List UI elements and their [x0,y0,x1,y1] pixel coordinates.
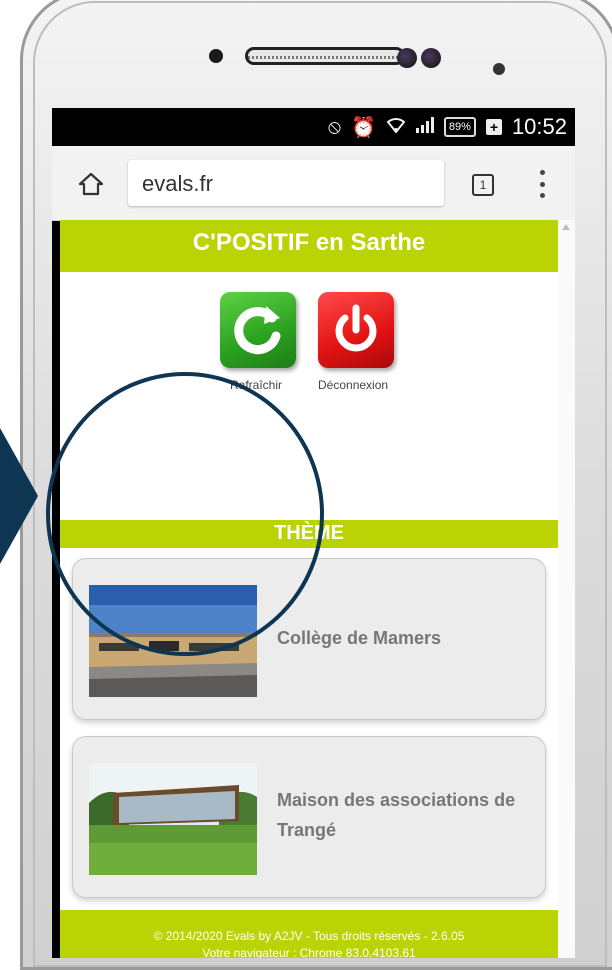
charging-icon: + [485,119,502,135]
card-title-line[interactable]: Trangé [277,815,515,845]
logout-label[interactable]: Déconnexion [318,378,388,392]
card-title-line[interactable]: Maison des associations de [277,785,515,815]
status-icons: ⦸ ⏰ 89% + 10:52 [328,114,567,140]
page-scrollbar[interactable] [558,220,575,958]
address-bar[interactable]: evals.fr [128,160,444,206]
front-camera [397,48,417,68]
wifi-icon [386,115,406,139]
signal-icon [415,116,434,139]
card-title[interactable]: Maison des associations de Trangé [277,785,515,845]
tab-switcher-icon[interactable]: 1 [472,174,494,196]
status-time: 10:52 [511,114,567,139]
home-icon[interactable] [78,172,104,196]
pointer-arrow [0,428,38,564]
card-title-line[interactable]: Collège de Mamers [277,623,441,653]
battery-indicator: 89% [443,117,476,137]
power-icon [335,304,377,352]
highlight-circle [46,372,324,656]
footer-copyright: © 2014/2020 Evals by A2JV - Tous droits … [153,929,465,943]
vibrate-icon: ⦸ [327,115,341,138]
refresh-icon [234,306,281,355]
sensor-dot [209,49,223,63]
light-sensor [493,63,505,75]
scroll-up-arrow[interactable] [562,224,570,230]
logout-button[interactable] [318,292,394,368]
refresh-button[interactable] [220,292,296,368]
page-title: C'POSITIF en Sarthe [60,220,558,272]
earpiece-speaker [245,47,405,65]
card-title[interactable]: Collège de Mamers [277,623,441,653]
front-camera-2 [421,48,441,68]
browser-toolbar: evals.fr 1 [52,146,575,221]
page-footer: © 2014/2020 Evals by A2JV - Tous droits … [60,910,558,958]
footer-browser-info: Votre navigateur : Chrome 83.0.4103.61 [202,946,416,958]
status-bar: ⦸ ⏰ 89% + 10:52 [52,108,575,146]
theme-card-maison-associations[interactable]: Maison des associations de Trangé [72,736,546,898]
overflow-menu-icon[interactable] [540,170,546,198]
alarm-icon: ⏰ [351,116,376,139]
maison-photo [89,763,257,875]
url-text[interactable]: evals.fr [142,171,213,197]
